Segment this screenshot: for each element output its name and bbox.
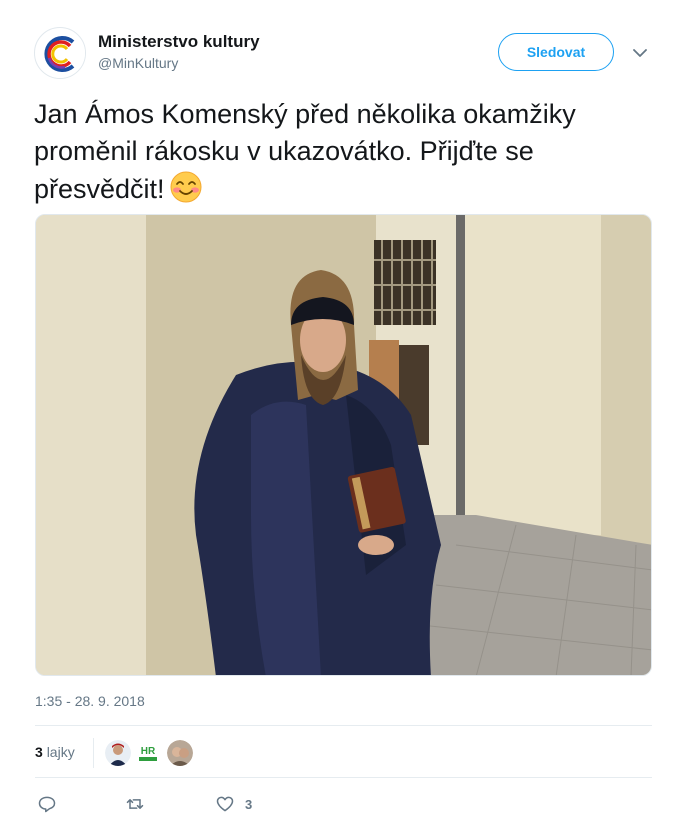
tweet-header: Ministerstvo kultury @MinKultury Sledova…	[34, 27, 658, 83]
tweet-card: Ministerstvo kultury @MinKultury Sledova…	[0, 0, 687, 831]
divider	[35, 777, 652, 778]
display-name[interactable]: Ministerstvo kultury	[98, 31, 260, 53]
liker-avatar[interactable]	[105, 740, 131, 766]
account-avatar[interactable]	[34, 27, 86, 79]
like-button[interactable]: 3	[215, 792, 252, 816]
reply-icon	[38, 796, 56, 813]
tweet-photo[interactable]	[35, 214, 652, 676]
tweet-timestamp[interactable]: 1:35 - 28. 9. 2018	[35, 693, 145, 709]
liker-avatar[interactable]: HR	[135, 740, 161, 766]
heart-icon	[216, 796, 234, 812]
user-block[interactable]: Ministerstvo kultury @MinKultury	[98, 31, 260, 73]
likes-separator	[93, 738, 94, 768]
liker-badge-text: HR	[141, 746, 156, 757]
user-handle[interactable]: @MinKultury	[98, 53, 260, 73]
ministry-logo-icon	[36, 29, 85, 78]
follow-button[interactable]: Sledovat	[498, 33, 614, 71]
likes-row: 3 lajky HR	[35, 738, 652, 768]
tweet-text-content: Jan Ámos Komenský před několika okamžiky…	[34, 99, 576, 204]
likes-summary[interactable]: 3 lajky	[35, 744, 75, 760]
chevron-down-icon[interactable]	[632, 45, 648, 61]
like-count: 3	[245, 796, 253, 812]
divider	[35, 725, 652, 726]
liker-avatar[interactable]	[167, 740, 193, 766]
likes-count: 3	[35, 744, 43, 760]
photo-comenius-costume	[36, 215, 651, 675]
likes-label: lajky	[46, 744, 75, 760]
reply-button[interactable]	[37, 792, 57, 816]
retweet-icon	[126, 799, 144, 809]
smiling-face-emoji-icon	[169, 170, 203, 204]
tweet-actions: 3	[35, 792, 652, 816]
retweet-button[interactable]	[125, 792, 145, 816]
tweet-text: Jan Ámos Komenský před několika okamžiky…	[34, 96, 654, 208]
